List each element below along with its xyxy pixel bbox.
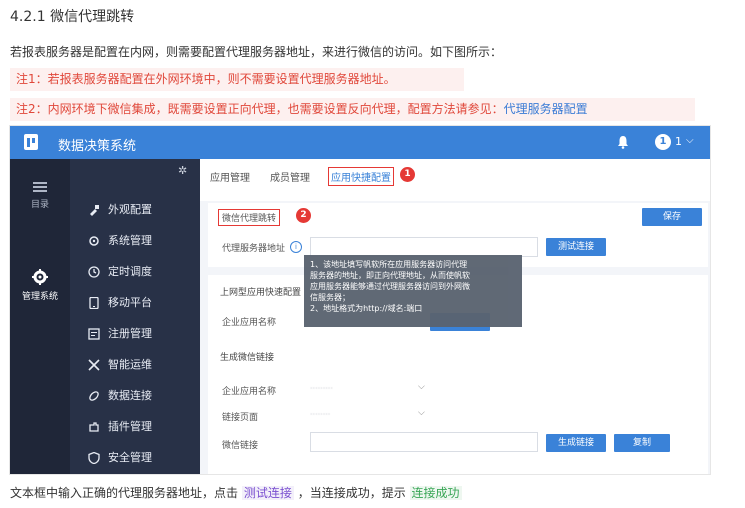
menu-item-label: 移动平台 xyxy=(108,296,152,309)
clock-icon xyxy=(88,266,100,278)
menu-item-label: 数据连接 xyxy=(108,389,152,402)
chevron-down-icon[interactable]: ⌵ xyxy=(686,135,694,146)
intro-paragraph: 若报表服务器是配置在内网，则需要配置代理服务器地址，来进行微信的访问。如下图所示… xyxy=(10,45,503,59)
note-2: 注2：内网环境下微信集成，既需要设置正向代理，也需要设置反向代理，配置方法请参见… xyxy=(10,98,695,121)
user-name[interactable]: 1 xyxy=(675,135,682,148)
save-button[interactable]: 保存 xyxy=(642,208,702,226)
menu-item-schedule[interactable]: 定时调度 xyxy=(70,259,200,285)
rail-item-directory[interactable]: 目录 xyxy=(10,181,70,210)
tab-app-management[interactable]: 应用管理 xyxy=(210,169,250,184)
link-app-select[interactable]: ········· xyxy=(310,384,333,393)
wechat-link-card: 生成微信链接 企业应用名称 ········· ⌵ 链接页面 ········ … xyxy=(208,342,708,474)
quick-config-title: 上网型应用快速配置 xyxy=(220,288,302,298)
proxy-section-title: 微信代理跳转 xyxy=(218,209,281,226)
tab-quick-config[interactable]: 应用快捷配置 xyxy=(328,167,394,186)
menu-item-label: 智能运维 xyxy=(108,358,152,371)
pin-icon[interactable]: ✲ xyxy=(178,164,187,177)
embedded-screenshot: 数据决策系统 1 1 ⌵ 目录 管理系统 外观配置 系统管理 定时调度 移动平台… xyxy=(10,126,710,474)
annotation-badge-2: 2 xyxy=(296,208,311,223)
register-icon xyxy=(88,328,100,340)
menu-item-security[interactable]: 安全管理 xyxy=(70,445,200,471)
link-icon xyxy=(89,391,99,401)
rail-item-label: 管理系统 xyxy=(21,292,58,302)
menu-item-ops[interactable]: 智能运维 xyxy=(70,352,200,378)
chevron-down-icon[interactable]: ⌵ xyxy=(418,382,425,392)
copy-button[interactable]: 复制 xyxy=(614,434,670,452)
menu-item-label: 注册管理 xyxy=(108,327,152,340)
tooltip-line: 应用服务器能够通过代理服务器访问到外网微 xyxy=(310,282,470,291)
avatar[interactable]: 1 xyxy=(655,134,671,150)
menu-item-appearance[interactable]: 外观配置 xyxy=(70,197,200,223)
rail-item-admin[interactable]: 管理系统 xyxy=(10,269,70,302)
app-logo-icon xyxy=(24,134,38,150)
gear-icon xyxy=(32,269,48,285)
generate-link-button[interactable]: 生成链接 xyxy=(546,434,606,452)
mobile-icon xyxy=(89,297,99,309)
app-title: 数据决策系统 xyxy=(58,139,137,154)
section-heading: 4.2.1 微信代理跳转 xyxy=(10,9,135,25)
bottom-text-2: ，当连接成功，提示 xyxy=(297,486,406,500)
menu-item-register[interactable]: 注册管理 xyxy=(70,321,200,347)
test-connection-link[interactable]: 测试连接 xyxy=(241,486,294,500)
tooltip-line: 服务器的地址，即正向代理地址，从而使帆软 xyxy=(310,271,470,280)
proxy-config-link[interactable]: 代理服务器配置 xyxy=(504,102,588,116)
brush-icon xyxy=(90,205,99,216)
bottom-text-1: 文本框中输入正确的代理服务器地址，点击 xyxy=(10,486,239,500)
wechat-link-label: 微信链接 xyxy=(222,441,259,451)
list-icon xyxy=(33,182,47,192)
connection-success-text: 连接成功 xyxy=(409,486,462,500)
menu-item-label: 安全管理 xyxy=(108,451,152,464)
info-icon[interactable]: i xyxy=(290,241,302,253)
link-app-label: 企业应用名称 xyxy=(222,387,277,397)
ops-icon xyxy=(88,359,100,371)
admin-menu: 外观配置 系统管理 定时调度 移动平台 注册管理 智能运维 数据连接 插件管理 xyxy=(70,159,200,474)
shield-icon xyxy=(88,452,100,464)
menu-item-system[interactable]: 系统管理 xyxy=(70,228,200,254)
plugin-icon xyxy=(89,422,99,432)
menu-item-plugins[interactable]: 插件管理 xyxy=(70,414,200,440)
proxy-tooltip: 1、该地址填写帆软所在应用服务器访问代理 服务器的地址，即正向代理地址，从而使帆… xyxy=(304,255,522,327)
chevron-down-icon[interactable]: ⌵ xyxy=(418,408,425,418)
left-rail: 目录 管理系统 xyxy=(10,159,70,474)
proxy-address-input[interactable] xyxy=(310,237,538,257)
tooltip-line: 信服务器； xyxy=(310,293,350,302)
tooltip-line: 2、地址格式为http://域名:端口 xyxy=(310,304,423,313)
proxy-address-label: 代理服务器地址 xyxy=(222,244,286,254)
app-topbar: 数据决策系统 1 1 ⌵ xyxy=(10,126,710,159)
menu-item-label: 系统管理 xyxy=(108,234,152,247)
tab-bar: 应用管理 成员管理 应用快捷配置 1 xyxy=(200,159,710,201)
note-2-text: 注2：内网环境下微信集成，既需要设置正向代理，也需要设置反向代理，配置方法请参见… xyxy=(16,102,504,116)
wechat-link-title: 生成微信链接 xyxy=(220,353,275,363)
wechat-link-input[interactable] xyxy=(310,432,538,452)
menu-item-mobile[interactable]: 移动平台 xyxy=(70,290,200,316)
link-page-label: 链接页面 xyxy=(222,413,259,423)
menu-item-data-connection[interactable]: 数据连接 xyxy=(70,383,200,409)
settings-icon xyxy=(89,236,99,246)
bottom-paragraph: 文本框中输入正确的代理服务器地址，点击 测试连接 ，当连接成功，提示 连接成功 xyxy=(10,484,462,501)
tooltip-line: 1、该地址填写帆软所在应用服务器访问代理 xyxy=(310,260,468,269)
quick-app-name-label: 企业应用名称 xyxy=(222,318,277,328)
menu-item-label: 定时调度 xyxy=(108,265,152,278)
menu-item-label: 外观配置 xyxy=(108,203,152,216)
tab-member-management[interactable]: 成员管理 xyxy=(270,169,310,184)
rail-item-label: 目录 xyxy=(30,200,49,210)
test-connection-button[interactable]: 测试连接 xyxy=(546,238,606,256)
bell-icon[interactable] xyxy=(617,135,629,149)
menu-item-label: 插件管理 xyxy=(108,420,152,433)
note-1: 注1：若报表服务器配置在外网环境中，则不需要设置代理服务器地址。 xyxy=(10,68,464,91)
annotation-badge-1: 1 xyxy=(400,167,415,182)
link-page-select[interactable]: ········ xyxy=(310,410,330,419)
